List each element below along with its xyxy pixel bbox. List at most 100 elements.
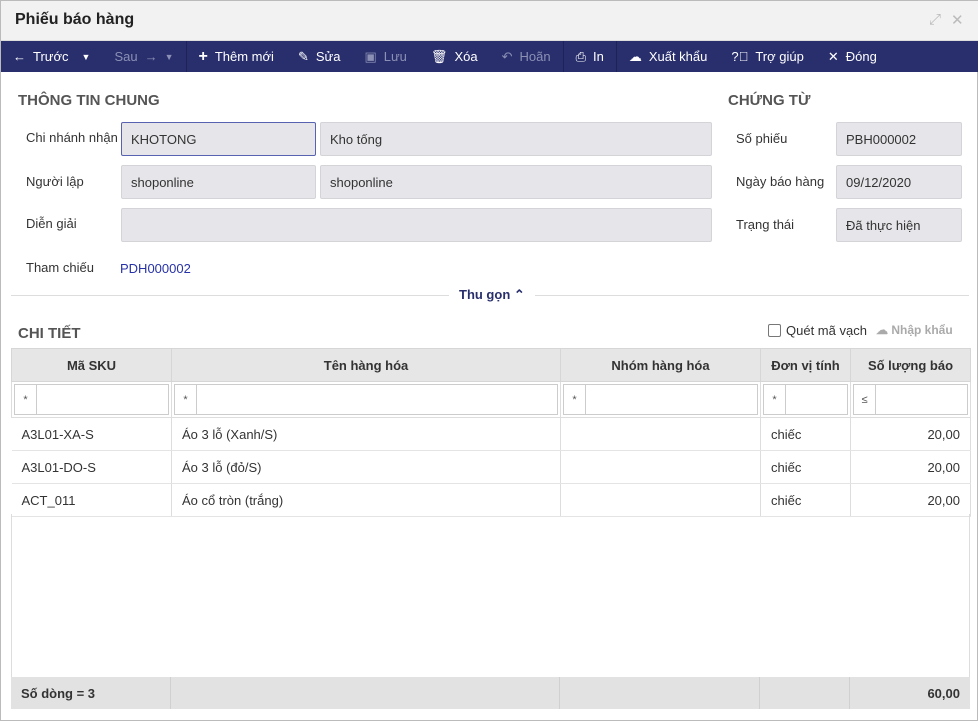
cell-sku: A3L01-XA-S <box>11 417 172 451</box>
import-button[interactable]: ☁ Nhập khẩu <box>876 323 953 337</box>
column-header-group[interactable]: Nhóm hàng hóa <box>560 348 761 382</box>
next-label: Sau <box>114 49 138 64</box>
status-input[interactable]: Đã thực hiện <box>836 208 962 242</box>
reference-label: Tham chiếu <box>26 260 94 275</box>
pencil-icon: ✎ <box>297 48 309 64</box>
plus-icon: + <box>198 47 208 65</box>
column-header-unit[interactable]: Đơn vị tính <box>760 348 851 382</box>
footer-cell <box>760 677 850 709</box>
filter-operator[interactable]: * <box>175 385 197 414</box>
date-input[interactable]: 09/12/2020 <box>836 165 962 199</box>
window-title: Phiếu báo hàng <box>15 11 135 28</box>
column-header-sku[interactable]: Mã SKU <box>11 348 172 382</box>
cell-unit: chiếc <box>760 450 851 484</box>
table-row[interactable]: A3L01-XA-S Áo 3 lỗ (Xanh/S) chiếc 20,00 <box>11 417 971 451</box>
undo-label: Hoãn <box>519 49 551 64</box>
title-bar <box>1 1 978 41</box>
branch-name-input[interactable]: Kho tống <box>320 122 712 156</box>
toolbar: ← Trước ▼ Sau → ▼ + Thêm mới ✎ Sửa ▣ Lưu 🗑︎ Xóa … <box>1 41 978 72</box>
next-button[interactable]: Sau → ▼ <box>102 41 185 72</box>
close-button[interactable]: ✕ Đóng <box>816 41 889 72</box>
footer-row-count: Số dòng = 3 <box>11 677 171 709</box>
cell-sku: A3L01-DO-S <box>11 450 172 484</box>
filter-operator[interactable]: * <box>15 385 37 414</box>
creator-name-input[interactable]: shoponline <box>320 165 712 199</box>
general-heading: THÔNG TIN CHUNG <box>18 92 160 109</box>
floppy-icon: ▣ <box>364 48 377 64</box>
filter-row: * * * * ≤ <box>11 381 971 418</box>
undo-icon: ↶ <box>501 48 513 64</box>
filter-qty-input[interactable] <box>876 385 967 414</box>
export-label: Xuất khẩu <box>648 49 708 64</box>
caret-down-icon[interactable]: ▼ <box>82 52 91 62</box>
table-row[interactable]: A3L01-DO-S Áo 3 lỗ (đỏ/S) chiếc 20,00 <box>11 450 971 484</box>
filter-name-input[interactable] <box>197 385 557 414</box>
cell-qty: 20,00 <box>850 483 971 517</box>
branch-code-input[interactable]: KHOTONG <box>121 122 316 156</box>
add-button[interactable]: + Thêm mới <box>187 41 286 72</box>
cell-group <box>560 417 761 451</box>
cloud-upload-icon: ☁ <box>876 323 888 337</box>
voucher-no-input[interactable]: PBH000002 <box>836 122 962 156</box>
footer-cell <box>171 677 560 709</box>
caret-down-icon[interactable]: ▼ <box>165 52 174 62</box>
cell-sku: ACT_011 <box>11 483 172 517</box>
footer-total: 60,00 <box>927 685 960 701</box>
trash-icon: 🗑︎ <box>430 48 448 64</box>
close-label: Đóng <box>845 49 877 64</box>
filter-operator[interactable]: ≤ <box>854 385 876 414</box>
filter-unit-input[interactable] <box>786 385 847 414</box>
cell-name: Áo 3 lỗ (Xanh/S) <box>171 417 561 451</box>
x-icon: ✕ <box>827 48 839 64</box>
cell-name: Áo cổ tròn (trắng) <box>171 483 561 517</box>
cell-unit: chiếc <box>760 417 851 451</box>
date-label: Ngày báo hàng <box>736 174 825 189</box>
chevron-up-icon: ⌃ <box>513 287 525 302</box>
table-empty-area <box>11 514 970 677</box>
detail-table: Mã SKU Tên hàng hóa Nhóm hàng hóa Đơn vị… <box>11 348 971 517</box>
edit-button[interactable]: ✎ Sửa <box>286 41 353 72</box>
creator-label: Người lập <box>26 174 84 189</box>
save-button[interactable]: ▣ Lưu <box>352 41 418 72</box>
delete-button[interactable]: 🗑︎ Xóa <box>419 41 490 72</box>
reference-link[interactable]: PDH000002 <box>120 261 191 276</box>
undo-button[interactable]: ↶ Hoãn <box>490 41 563 72</box>
checkbox-icon <box>768 324 781 337</box>
prev-label: Trước <box>33 49 69 64</box>
table-footer: Số dòng = 3 60,00 <box>11 677 970 709</box>
filter-operator[interactable]: * <box>564 385 586 414</box>
import-label: Nhập khẩu <box>891 323 953 337</box>
branch-label: Chi nhánh nhận <box>26 130 118 145</box>
edit-label: Sửa <box>315 49 341 64</box>
cell-unit: chiếc <box>760 483 851 517</box>
printer-icon: ⎙ <box>575 48 586 64</box>
print-label: In <box>592 49 604 64</box>
collapse-label: Thu gọn <box>459 287 511 302</box>
creator-code-input[interactable]: shoponline <box>121 165 316 199</box>
help-button[interactable]: ?⃝ Trợ giúp <box>719 41 816 72</box>
column-header-qty[interactable]: Số lượng báo <box>850 348 971 382</box>
prev-button[interactable]: ← Trước ▼ <box>1 41 102 72</box>
export-button[interactable]: ☁ Xuất khẩu <box>617 41 720 72</box>
cell-group <box>560 450 761 484</box>
scan-barcode-checkbox[interactable]: Quét mã vạch <box>768 323 867 338</box>
maximize-icon[interactable]: ⤢ <box>929 11 941 28</box>
filter-group-input[interactable] <box>586 385 757 414</box>
description-label: Diễn giải <box>26 216 77 231</box>
table-row[interactable]: ACT_011 Áo cổ tròn (trắng) chiếc 20,00 <box>11 483 971 517</box>
add-label: Thêm mới <box>214 49 274 64</box>
collapse-button[interactable]: Thu gọn ⌃ <box>449 287 535 303</box>
arrow-left-icon: ← <box>13 49 26 64</box>
cell-qty: 20,00 <box>850 417 971 451</box>
cell-group <box>560 483 761 517</box>
description-input[interactable] <box>121 208 712 242</box>
footer-cell <box>560 677 760 709</box>
cell-name: Áo 3 lỗ (đỏ/S) <box>171 450 561 484</box>
help-label: Trợ giúp <box>755 49 804 64</box>
voucher-heading: CHỨNG TỪ <box>728 92 811 109</box>
close-icon[interactable]: ✕ <box>951 11 964 29</box>
filter-sku-input[interactable] <box>37 385 168 414</box>
print-button[interactable]: ⎙ In <box>564 41 616 72</box>
column-header-name[interactable]: Tên hàng hóa <box>171 348 561 382</box>
filter-operator[interactable]: * <box>764 385 786 414</box>
